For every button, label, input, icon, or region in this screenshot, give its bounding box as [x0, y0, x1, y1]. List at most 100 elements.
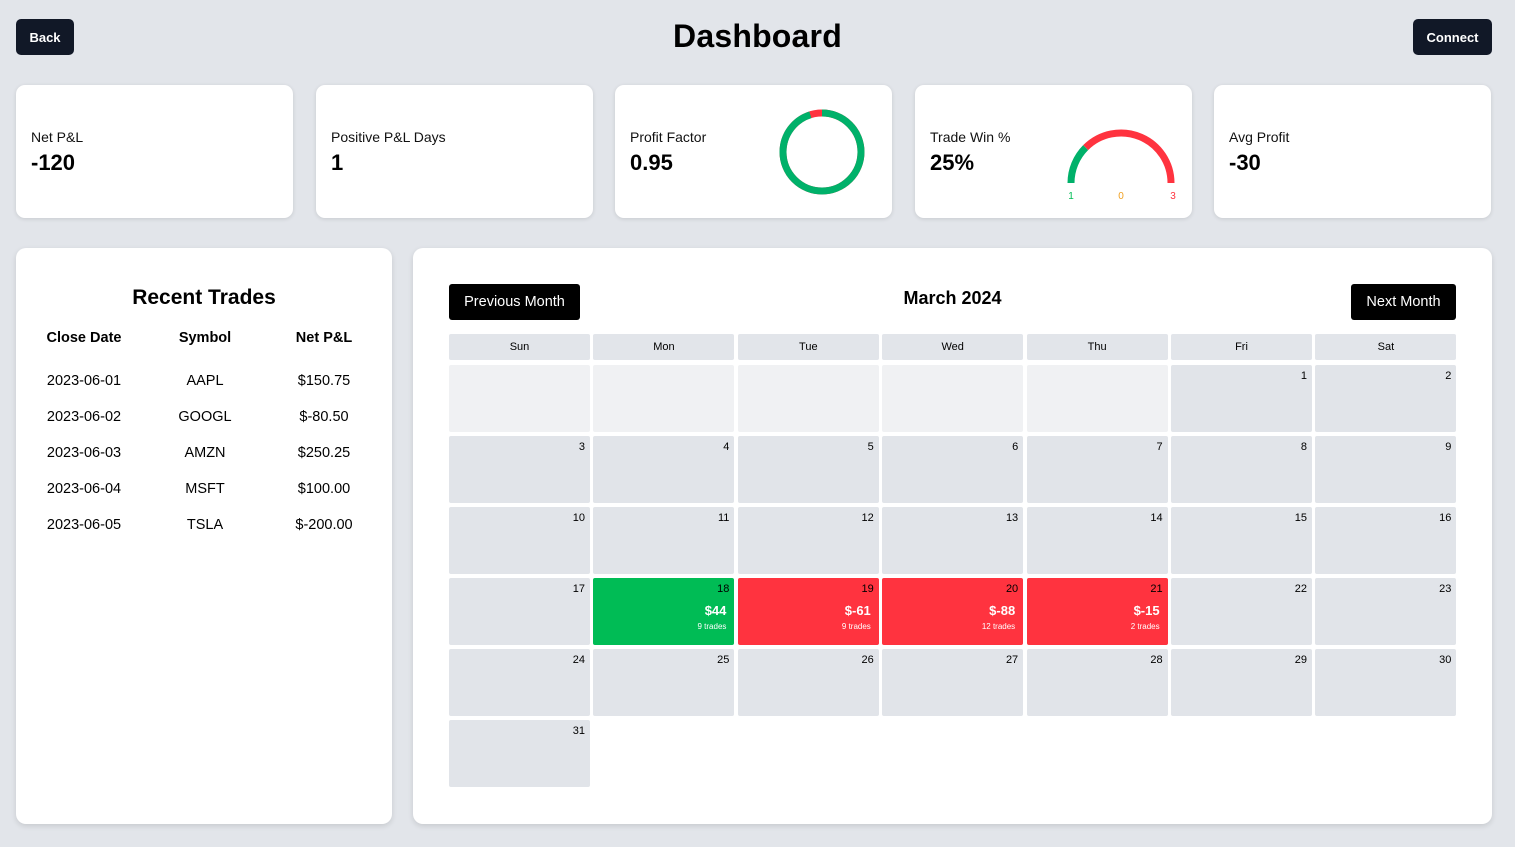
day-number: 28: [1150, 654, 1163, 666]
profit-factor-label: Profit Factor: [630, 129, 707, 145]
day-number: 1: [1300, 370, 1307, 382]
calendar-day-24[interactable]: 24: [449, 649, 590, 716]
calendar-empty-cell: [882, 365, 1024, 432]
day-trade-count: 9 trades: [841, 622, 871, 631]
avg-profit-value: -30: [1229, 150, 1261, 175]
day-pnl-amount: $-88: [989, 603, 1016, 618]
calendar-day-28[interactable]: 28: [1026, 649, 1168, 716]
calendar-day-12[interactable]: 12: [737, 507, 879, 574]
day-number: 13: [1005, 512, 1019, 524]
trade-symbol: AAPL: [186, 373, 224, 389]
calendar-day-14[interactable]: 14: [1026, 507, 1168, 574]
trade-net-pnl: $-80.50: [299, 409, 349, 425]
connect-button[interactable]: Connect: [1413, 19, 1492, 55]
page-title: Dashboard: [673, 18, 842, 54]
calendar-day-21[interactable]: 21 $-15 2 trades: [1026, 578, 1168, 645]
calendar-day-25[interactable]: 25: [593, 649, 735, 716]
gauge-win-arc: [1067, 145, 1089, 184]
trade-close-date: 2023-06-03: [46, 445, 122, 461]
col-header-symbol: Symbol: [178, 330, 232, 346]
calendar-day-15[interactable]: 15: [1171, 507, 1312, 574]
day-trade-count: 2 trades: [1130, 622, 1160, 631]
calendar-day-10[interactable]: 10: [449, 507, 590, 574]
calendar-day-5[interactable]: 5: [737, 436, 879, 503]
calendar-day-7[interactable]: 7: [1026, 436, 1168, 503]
calendar-day-13[interactable]: 13: [882, 507, 1024, 574]
day-number: 18: [717, 583, 730, 595]
calendar-day-22[interactable]: 22: [1171, 578, 1312, 645]
month-title: March 2024: [903, 288, 1002, 308]
weekday-header: Thu: [1026, 334, 1168, 360]
calendar-day-1[interactable]: 1: [1171, 365, 1312, 432]
net-pnl-value: -120: [31, 150, 76, 175]
calendar-day-30[interactable]: 30: [1315, 649, 1457, 716]
day-number: 10: [572, 512, 585, 524]
profit-factor-card: Profit Factor 0.95: [615, 85, 892, 218]
avg-profit-card: Avg Profit -30: [1214, 85, 1491, 218]
calendar-day-8[interactable]: 8: [1171, 436, 1312, 503]
gauge-losses-count: 3: [1170, 191, 1176, 202]
day-pnl-amount: $-61: [844, 603, 871, 618]
day-pnl-amount: $44: [704, 603, 727, 618]
gauge-breakeven-count: 0: [1118, 191, 1124, 202]
day-number: 6: [1012, 441, 1019, 453]
trade-win-label: Trade Win %: [930, 129, 1011, 145]
calendar-day-3[interactable]: 3: [449, 436, 590, 503]
calendar-day-27[interactable]: 27: [882, 649, 1024, 716]
day-number: 12: [861, 512, 874, 524]
day-number: 26: [861, 654, 874, 666]
trade-net-pnl: $100.00: [297, 481, 351, 497]
day-number: 8: [1300, 441, 1307, 453]
day-number: 25: [717, 654, 730, 666]
trade-symbol: TSLA: [186, 517, 224, 533]
day-trade-count: 12 trades: [981, 622, 1016, 631]
calendar-day-29[interactable]: 29: [1171, 649, 1312, 716]
day-number: 11: [717, 512, 730, 524]
profit-factor-ring: [779, 109, 865, 195]
calendar-day-4[interactable]: 4: [593, 436, 735, 503]
trade-close-date: 2023-06-04: [46, 481, 122, 497]
gauge-loss-arc: [1083, 129, 1175, 184]
calendar-day-23[interactable]: 23: [1315, 578, 1457, 645]
positive-days-label: Positive P&L Days: [331, 129, 446, 145]
trade-close-date: 2023-06-05: [46, 517, 122, 533]
trade-close-date: 2023-06-01: [46, 373, 122, 389]
col-header-net-pnl: Net P&L: [295, 330, 353, 346]
day-number: 9: [1445, 441, 1452, 453]
recent-trades-title: Recent Trades: [132, 286, 276, 309]
calendar-day-20[interactable]: 20 $-88 12 trades: [882, 578, 1024, 645]
trade-symbol: GOOGL: [178, 409, 232, 425]
calendar-panel: Previous Month March 2024 Next Month Sun…: [413, 248, 1492, 824]
trade-net-pnl: $-200.00: [295, 517, 353, 533]
day-number: 15: [1294, 512, 1307, 524]
calendar-day-11[interactable]: 11: [593, 507, 735, 574]
calendar-day-9[interactable]: 9: [1315, 436, 1457, 503]
positive-days-value: 1: [331, 150, 344, 175]
calendar-day-18[interactable]: 18 $44 9 trades: [593, 578, 735, 645]
day-number: 4: [723, 441, 730, 453]
calendar-empty-cell: [593, 365, 735, 432]
calendar-day-2[interactable]: 2: [1315, 365, 1457, 432]
profit-factor-value: 0.95: [630, 150, 673, 175]
calendar-day-17[interactable]: 17: [449, 578, 590, 645]
next-month-button[interactable]: Next Month: [1351, 284, 1456, 320]
trade-win-gauge: 1 0 3: [1067, 129, 1176, 202]
day-number: 21: [1150, 583, 1163, 595]
day-number: 20: [1005, 583, 1019, 595]
day-number: 31: [572, 725, 585, 737]
calendar-day-31[interactable]: 31: [449, 720, 590, 787]
weekday-header: Sun: [449, 334, 590, 360]
trade-win-value: 25%: [930, 150, 975, 175]
day-number: 23: [1439, 583, 1452, 595]
calendar-day-26[interactable]: 26: [737, 649, 879, 716]
net-pnl-card: Net P&L -120: [16, 85, 293, 218]
trade-win-card: Trade Win % 25% 1 0 3: [915, 85, 1192, 218]
calendar-day-6[interactable]: 6: [882, 436, 1024, 503]
day-number: 22: [1294, 583, 1307, 595]
day-number: 27: [1005, 654, 1019, 666]
day-number: 17: [572, 583, 585, 595]
gauge-wins-count: 1: [1068, 191, 1074, 202]
calendar-day-19[interactable]: 19 $-61 9 trades: [737, 578, 879, 645]
calendar-day-16[interactable]: 16: [1315, 507, 1457, 574]
day-number: 5: [867, 441, 874, 453]
